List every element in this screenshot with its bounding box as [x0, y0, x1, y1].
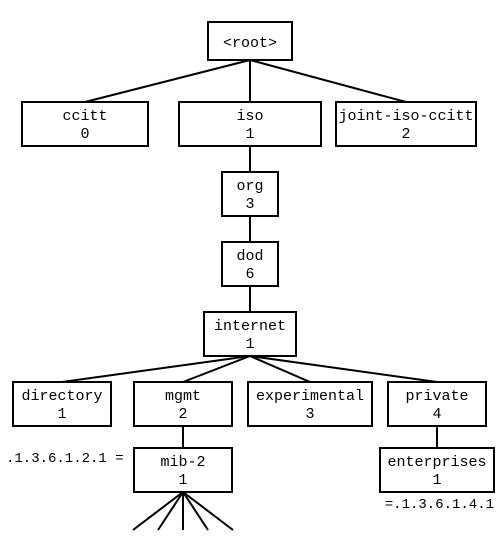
node-enterprises: enterprises 1 [380, 448, 494, 492]
edge-root-ccitt [85, 60, 250, 102]
edge-mib2-child-1 [133, 492, 183, 530]
node-dod-oid: 6 [245, 266, 254, 283]
node-joint-iso-ccitt: joint-iso-ccitt 2 [336, 102, 476, 146]
node-iso-label: iso [236, 108, 263, 125]
node-directory-label: directory [21, 388, 102, 405]
node-org-oid: 3 [245, 196, 254, 213]
annotation-mib2-path: .1.3.6.1.2.1 = [6, 451, 124, 467]
node-directory-oid: 1 [57, 406, 66, 423]
node-mib2-oid: 1 [178, 472, 187, 489]
node-ccitt-label: ccitt [62, 108, 107, 125]
node-iso-oid: 1 [245, 126, 254, 143]
node-mgmt: mgmt 2 [134, 382, 232, 426]
node-dod: dod 6 [222, 242, 278, 286]
node-internet-oid: 1 [245, 336, 254, 353]
node-experimental-label: experimental [256, 388, 364, 405]
node-experimental-oid: 3 [305, 406, 314, 423]
node-org-label: org [236, 178, 263, 195]
node-iso: iso 1 [179, 102, 321, 146]
node-joint-label: joint-iso-ccitt [338, 108, 473, 125]
node-private-label: private [405, 388, 468, 405]
node-mib-2: mib-2 1 [134, 448, 232, 492]
node-ccitt: ccitt 0 [22, 102, 148, 146]
node-joint-oid: 2 [401, 126, 410, 143]
node-directory: directory 1 [13, 382, 111, 426]
annotation-enterprises-path: =.1.3.6.1.4.1 [385, 497, 494, 513]
node-root: <root> [208, 22, 292, 60]
node-private: private 4 [388, 382, 486, 426]
edge-mib2-child-4 [183, 492, 208, 530]
node-mgmt-label: mgmt [165, 388, 201, 405]
node-mib2-label: mib-2 [160, 454, 205, 471]
node-private-oid: 4 [432, 406, 441, 423]
node-internet-label: internet [214, 318, 286, 335]
node-internet: internet 1 [204, 312, 296, 356]
node-enterprises-oid: 1 [432, 472, 441, 489]
edge-mib2-child-5 [183, 492, 233, 530]
edge-root-joint [250, 60, 406, 102]
node-org: org 3 [222, 172, 278, 216]
edge-internet-directory [62, 356, 250, 382]
node-root-label: <root> [223, 35, 277, 52]
node-dod-label: dod [236, 248, 263, 265]
node-enterprises-label: enterprises [387, 454, 486, 471]
node-ccitt-oid: 0 [80, 126, 89, 143]
node-experimental: experimental 3 [248, 382, 372, 426]
edge-mib2-child-2 [158, 492, 183, 530]
node-mgmt-oid: 2 [178, 406, 187, 423]
oid-tree-diagram: <root> ccitt 0 iso 1 joint-iso-ccitt 2 o… [0, 0, 500, 538]
